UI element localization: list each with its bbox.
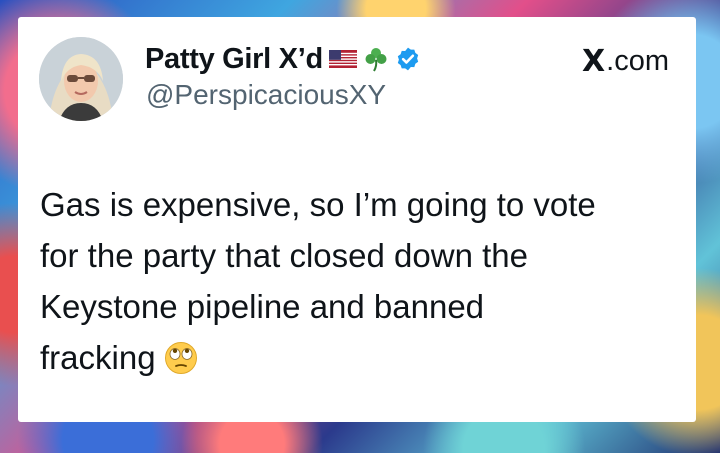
x-brand[interactable]: X .com [582, 41, 669, 81]
tweet-last-line: fracking [40, 332, 680, 383]
tweet-line: Keystone pipeline and banned [40, 288, 485, 325]
x-logo-icon: X [582, 43, 606, 79]
shamrock-icon [365, 48, 387, 72]
tweet-line: for the party that closed down the [40, 237, 528, 274]
tweet-text: Gas is expensive, so I’m going to vote f… [40, 179, 680, 383]
author-row: Patty Girl X’d [145, 39, 421, 79]
tweet-line: fracking [40, 339, 156, 376]
tweet-line: Gas is expensive, so I’m going to vote [40, 186, 596, 223]
verified-badge-icon [397, 47, 419, 71]
brand-domain: .com [606, 44, 669, 77]
author-handle[interactable]: @PerspicaciousXY [146, 79, 386, 111]
tweet-card: Patty Girl X’d @PerspicaciousXY X .com G… [18, 17, 696, 422]
author-name[interactable]: Patty Girl X’d [145, 43, 323, 76]
avatar-photo [39, 37, 123, 121]
us-flag-icon [328, 50, 357, 68]
eye-roll-emoji-icon [164, 342, 197, 374]
avatar[interactable] [39, 37, 123, 121]
